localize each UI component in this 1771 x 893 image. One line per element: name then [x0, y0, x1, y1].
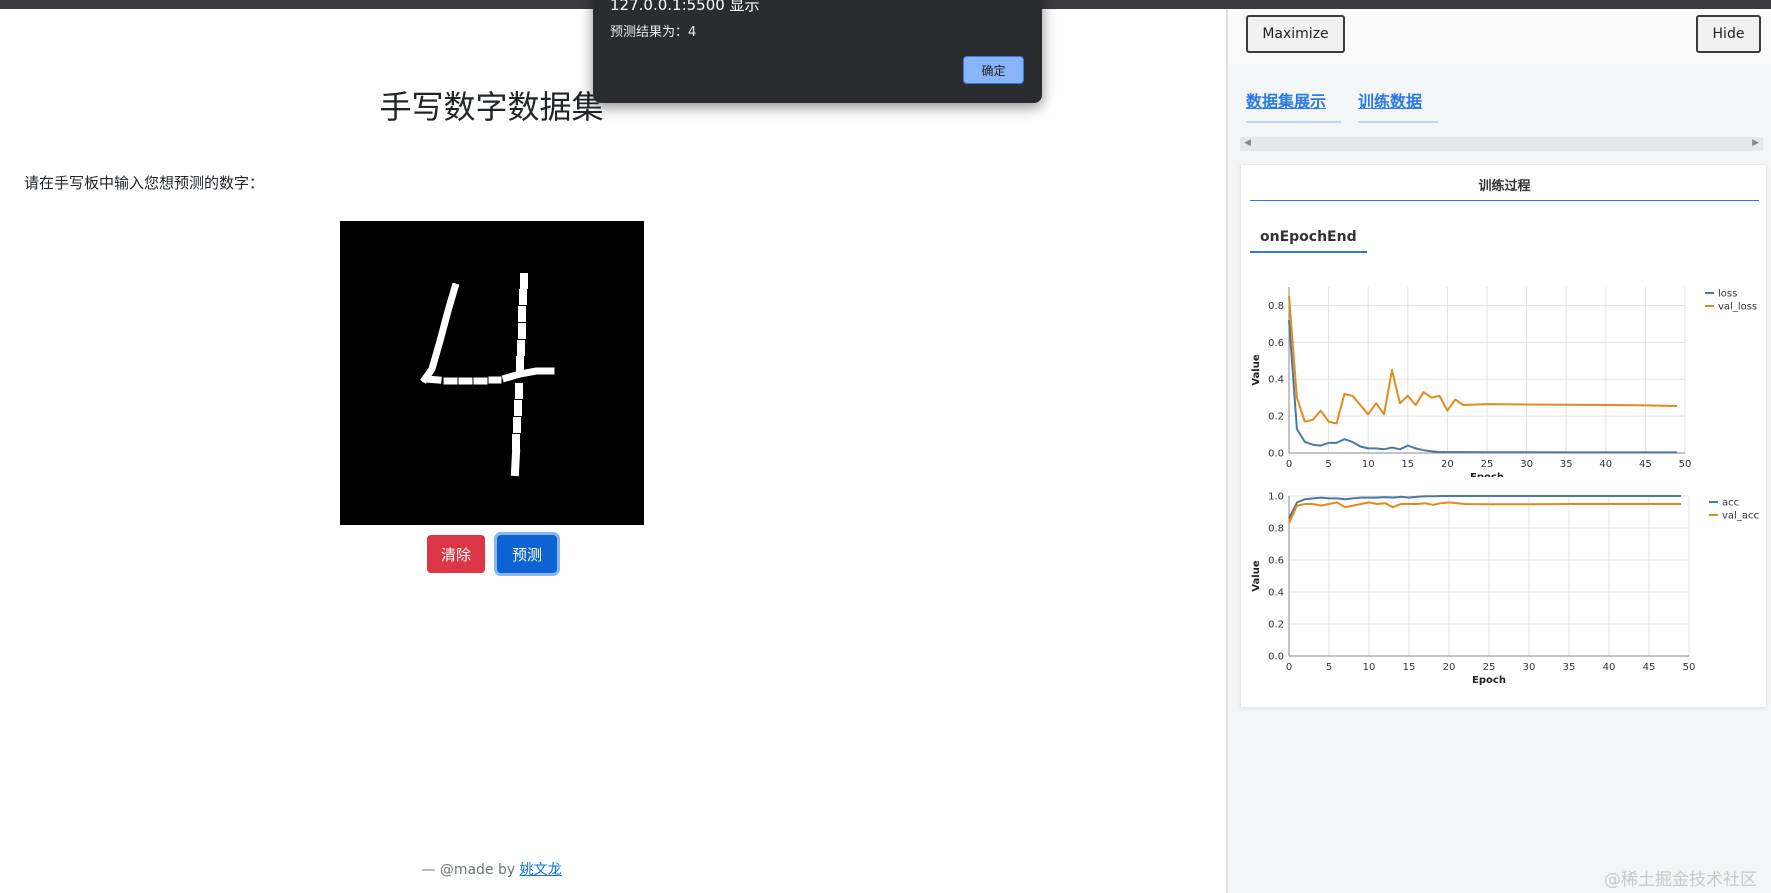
dialog-origin: 127.0.0.1:5500 显示 [610, 0, 760, 14]
watermark: @稀土掘金技术社区 [1604, 870, 1757, 890]
x-tick-label: 50 [1679, 459, 1692, 470]
tab-dataset-display[interactable]: 数据集展示 [1246, 88, 1341, 123]
dialog-message: 预测结果为：4 [610, 25, 697, 40]
x-tick-label: 45 [1639, 459, 1652, 470]
tab-training-data[interactable]: 训练数据 [1358, 88, 1438, 123]
handwritten-digit-drawing [420, 273, 555, 477]
y-tick-label: 0.0 [1268, 449, 1284, 460]
y-tick-label: 0.8 [1268, 524, 1284, 535]
y-axis-label: Value [1251, 560, 1262, 591]
surface-title: 训练过程 [1250, 175, 1759, 201]
series-line-val_loss [1288, 296, 1678, 425]
y-tick-label: 0.4 [1268, 588, 1284, 599]
visor-panel: Maximize Hide 数据集展示 训练数据 ◀ ▶ 训练过程 onEpoc… [1226, 9, 1771, 893]
clear-button[interactable]: 清除 [427, 535, 485, 573]
legend-label: val_acc [1722, 511, 1759, 522]
accuracy-chart: 0 5 10 15 20 25 30 35 40 45 50 0.0 0.2 0.4 0.6 0.8 1.0 Ep… [1251, 492, 1759, 687]
y-tick-label: 0.6 [1268, 338, 1284, 349]
y-tick-label: 0.2 [1268, 412, 1284, 423]
x-tick-label: 50 [1683, 662, 1696, 673]
x-tick-label: 30 [1520, 459, 1533, 470]
legend-label: loss [1718, 289, 1737, 300]
alert-dialog: 127.0.0.1:5500 显示 预测结果为：4 确定 [593, 0, 1042, 103]
horizontal-scrollbar[interactable]: ◀ ▶ [1240, 137, 1763, 151]
x-tick-label: 20 [1441, 459, 1454, 470]
y-tick-label: 0.2 [1268, 620, 1284, 631]
legend-label: acc [1722, 498, 1739, 509]
x-tick-label: 10 [1363, 662, 1376, 673]
maximize-button[interactable]: Maximize [1246, 15, 1345, 53]
scroll-left-arrow-icon[interactable]: ◀ [1244, 138, 1251, 148]
x-tick-label: 5 [1325, 459, 1331, 470]
visor-surface: 训练过程 onEpochEnd 0 5 10 15 20 25 30 35 40 45 50 0.0 0… [1240, 164, 1767, 708]
predict-button[interactable]: 预测 [497, 535, 557, 573]
legend-label: val_loss [1718, 302, 1757, 313]
x-tick-label: 15 [1403, 662, 1416, 673]
x-tick-label: 30 [1523, 662, 1536, 673]
footer: — @made by 姚文龙 [0, 859, 983, 879]
y-tick-label: 1.0 [1268, 492, 1284, 503]
x-tick-label: 25 [1481, 459, 1494, 470]
dialog-ok-button[interactable]: 确定 [963, 56, 1024, 84]
x-tick-label: 5 [1326, 662, 1332, 673]
y-tick-label: 0.0 [1268, 652, 1284, 663]
hide-button[interactable]: Hide [1696, 15, 1761, 53]
x-tick-label: 0 [1286, 459, 1292, 470]
loss-chart: 0 5 10 15 20 25 30 35 40 45 50 0.0 0.2 0.4 0.6 0.8 Epoch… [1251, 287, 1757, 477]
y-tick-label: 0.4 [1268, 375, 1284, 386]
visor-header: Maximize Hide [1228, 9, 1771, 64]
footer-prefix: — @made by [421, 862, 520, 878]
scroll-right-arrow-icon[interactable]: ▶ [1752, 138, 1759, 148]
x-tick-label: 25 [1483, 662, 1496, 673]
author-link[interactable]: 姚文龙 [520, 862, 562, 878]
x-tick-label: 45 [1643, 662, 1656, 673]
x-tick-label: 20 [1443, 662, 1456, 673]
x-axis-label: Epoch [1472, 675, 1506, 686]
series-line-val_acc [1288, 501, 1681, 524]
y-tick-label: 0.8 [1268, 301, 1284, 312]
handwriting-canvas[interactable] [340, 221, 644, 525]
x-tick-label: 35 [1563, 662, 1576, 673]
x-tick-label: 10 [1362, 459, 1375, 470]
series-line-loss [1288, 320, 1678, 454]
x-tick-label: 40 [1603, 662, 1616, 673]
x-tick-label: 40 [1599, 459, 1612, 470]
x-tick-label: 35 [1560, 459, 1573, 470]
y-axis-label: Value [1251, 354, 1262, 385]
y-tick-label: 0.6 [1268, 556, 1284, 567]
x-axis-label: Epoch [1470, 472, 1504, 477]
surface-subtitle: onEpochEnd [1250, 229, 1367, 253]
x-tick-label: 15 [1401, 459, 1414, 470]
input-prompt: 请在手写板中输入您想预测的数字： [24, 174, 265, 192]
x-tick-label: 0 [1286, 662, 1292, 673]
